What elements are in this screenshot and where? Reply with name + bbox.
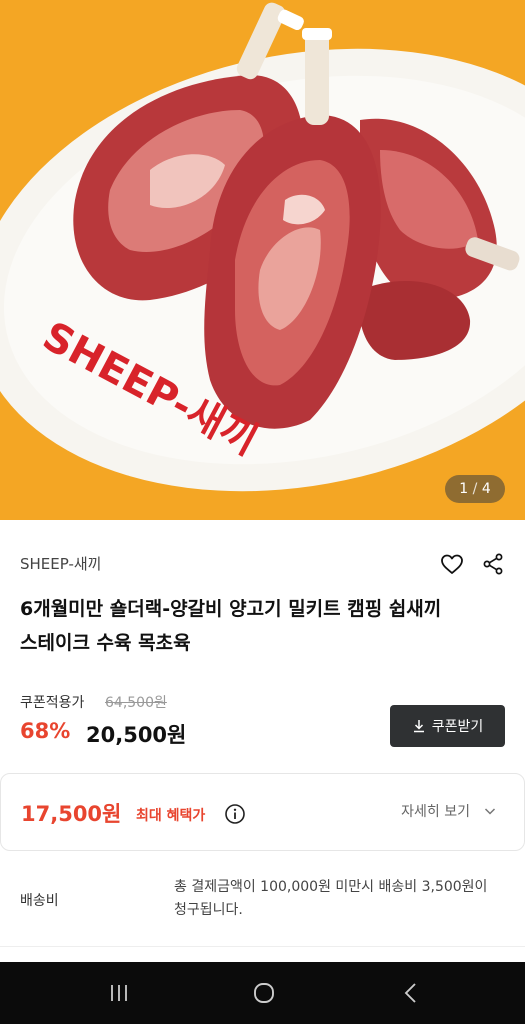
product-title-line2: 스테이크 수육 목초육 <box>20 632 191 654</box>
recents-button[interactable] <box>104 978 134 1008</box>
heart-icon[interactable] <box>439 551 465 577</box>
recents-icon <box>111 985 127 1001</box>
benefit-label: 최대 혜택가 <box>136 808 206 824</box>
brand-name[interactable]: SHEEP-새끼 <box>20 555 102 573</box>
get-coupon-button[interactable]: 쿠폰받기 <box>390 705 505 747</box>
product-image[interactable]: SHEEP-새끼 1 / 4 <box>0 0 525 520</box>
home-icon <box>254 983 274 1003</box>
view-details-link[interactable]: 자세히 보기 <box>401 801 496 821</box>
shipping-label: 배송비 <box>20 893 59 909</box>
coupon-price-label: 쿠폰적용가 <box>20 695 85 711</box>
system-nav-bar <box>0 962 525 1024</box>
back-icon <box>404 983 416 1003</box>
brand-row: SHEEP-새끼 <box>20 549 505 579</box>
lamb-chops-photo: SHEEP-새끼 <box>0 2 525 492</box>
download-icon <box>413 720 424 733</box>
pager-separator: / <box>472 481 478 497</box>
sale-price: 20,500원 <box>86 723 187 747</box>
view-details-label: 자세히 보기 <box>401 804 470 820</box>
share-icon[interactable] <box>481 552 505 576</box>
info-icon[interactable] <box>224 803 246 825</box>
product-title-line1: 6개월미만 숄더랙-양갈비 양고기 밀키트 캠핑 쉽새끼 <box>20 598 442 620</box>
benefit-price: 17,500원 <box>21 802 122 826</box>
max-benefit-card[interactable]: 17,500원 최대 혜택가 자세히 보기 <box>0 773 525 851</box>
chevron-down-icon <box>484 808 496 815</box>
get-coupon-label: 쿠폰받기 <box>431 719 484 735</box>
home-button[interactable] <box>249 978 279 1008</box>
divider <box>0 946 525 947</box>
pager-current: 1 <box>459 481 469 497</box>
image-pager: 1 / 4 <box>445 475 505 503</box>
product-title: 6개월미만 숄더랙-양갈비 양고기 밀키트 캠핑 쉽새끼 스테이크 수육 목초육 <box>20 592 510 660</box>
pager-total: 4 <box>481 481 491 497</box>
shipping-text: 총 결제금액이 100,000원 미만시 배송비 3,500원이 청구됩니다. <box>174 879 488 918</box>
discount-rate: 68% <box>20 719 71 743</box>
back-button[interactable] <box>396 978 426 1008</box>
original-price: 64,500원 <box>105 695 167 711</box>
